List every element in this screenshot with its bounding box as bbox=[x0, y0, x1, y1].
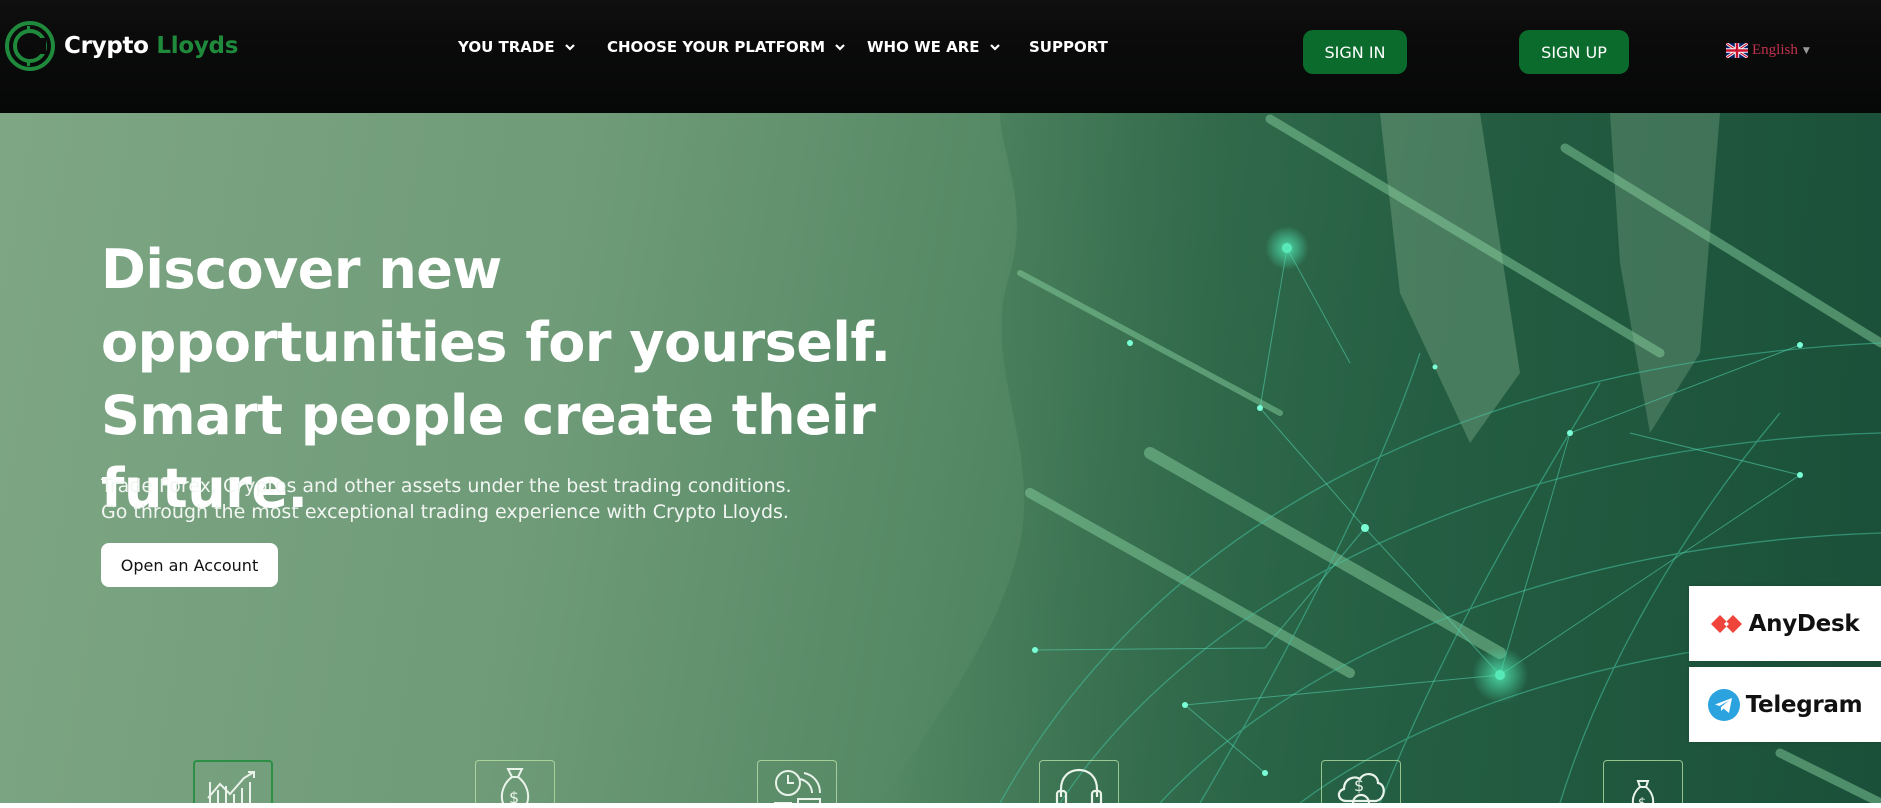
anydesk-icon bbox=[1710, 614, 1742, 633]
feature-box-trading[interactable] bbox=[193, 760, 273, 803]
logo[interactable]: Crypto Lloyds bbox=[4, 20, 238, 72]
headset-icon bbox=[1055, 768, 1103, 803]
nav-support-label: SUPPORT bbox=[1029, 38, 1108, 56]
sign-in-button[interactable]: SIGN IN bbox=[1303, 30, 1407, 74]
svg-text:$: $ bbox=[1638, 796, 1646, 803]
telegram-button[interactable]: Telegram bbox=[1689, 667, 1881, 742]
brand-name-part2: Lloyds bbox=[156, 33, 239, 59]
nav-who-we-are[interactable]: WHO WE ARE bbox=[867, 38, 1001, 56]
svg-text:$: $ bbox=[1354, 776, 1364, 795]
telegram-icon bbox=[1707, 688, 1740, 721]
svg-text:$: $ bbox=[509, 788, 519, 803]
chart-growth-icon bbox=[207, 771, 255, 803]
telegram-label: Telegram bbox=[1745, 691, 1863, 718]
nav-you-trade[interactable]: YOU TRADE bbox=[458, 38, 576, 56]
uk-flag-icon bbox=[1726, 43, 1748, 58]
feature-box-savings[interactable]: $ bbox=[1603, 760, 1683, 803]
brand-name-part1: Crypto bbox=[64, 33, 149, 59]
language-label: English bbox=[1752, 42, 1798, 58]
language-selector[interactable]: English ▼ bbox=[1726, 42, 1810, 59]
feature-box-deposit[interactable]: $ bbox=[475, 760, 555, 803]
nav-choose-platform[interactable]: CHOOSE YOUR PLATFORM bbox=[607, 38, 846, 56]
caret-down-icon: ▼ bbox=[1802, 45, 1810, 56]
hero-subtitle-line1: Trade Forex, Cryptos and other assets un… bbox=[101, 475, 792, 497]
hero-subtitle-line2: Go through the most exceptional trading … bbox=[101, 501, 789, 523]
nav-choose-platform-label: CHOOSE YOUR PLATFORM bbox=[607, 38, 826, 56]
hero-section: Discover new opportunities for yourself.… bbox=[0, 113, 1881, 803]
brand-name: Crypto Lloyds bbox=[64, 33, 238, 59]
nav-you-trade-label: YOU TRADE bbox=[458, 38, 555, 56]
open-account-button[interactable]: Open an Account bbox=[101, 543, 278, 587]
nav-who-we-are-label: WHO WE ARE bbox=[867, 38, 980, 56]
cloud-dollar-icon: $ bbox=[1337, 773, 1385, 803]
feature-box-support[interactable] bbox=[1039, 760, 1119, 803]
logo-icon bbox=[5, 21, 55, 71]
anydesk-button[interactable]: AnyDesk bbox=[1689, 586, 1881, 661]
sign-up-button[interactable]: SIGN UP bbox=[1519, 30, 1629, 74]
feature-box-speed[interactable] bbox=[757, 760, 837, 803]
chevron-down-icon bbox=[989, 44, 1000, 51]
hero-subtitle: Trade Forex, Cryptos and other assets un… bbox=[101, 473, 861, 525]
site-header: Crypto Lloyds YOU TRADE CHOOSE YOUR PLAT… bbox=[0, 0, 1881, 113]
money-bag-small-icon: $ bbox=[1631, 780, 1655, 803]
feature-box-cloud[interactable]: $ bbox=[1321, 760, 1401, 803]
money-bag-icon: $ bbox=[500, 768, 530, 803]
page-bottom-edge bbox=[0, 803, 1881, 808]
clock-speed-icon bbox=[774, 770, 821, 803]
anydesk-label: AnyDesk bbox=[1748, 610, 1860, 637]
chevron-down-icon bbox=[564, 44, 575, 51]
chevron-down-icon bbox=[835, 44, 845, 51]
nav-support[interactable]: SUPPORT bbox=[1029, 38, 1108, 56]
